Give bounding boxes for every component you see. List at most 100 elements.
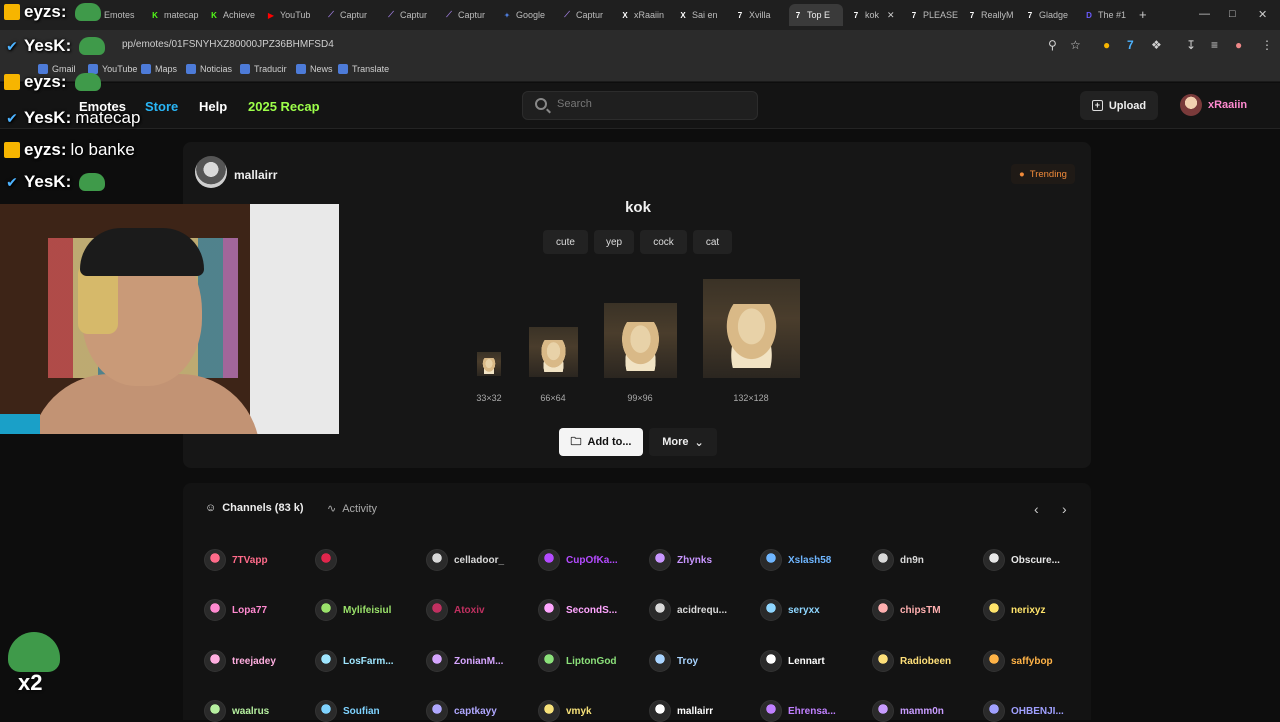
browser-tab[interactable]: ▶ YouTub: [262, 4, 318, 26]
channel-item[interactable]: OHBENJI...: [983, 700, 1064, 722]
chat-username: eyzs:: [24, 140, 67, 159]
bookmark-item[interactable]: News: [296, 64, 333, 74]
bookmark-star-icon[interactable]: ☆: [1070, 38, 1081, 52]
emote-preview-1x[interactable]: [477, 352, 501, 376]
channel-item[interactable]: Atoxiv: [426, 599, 485, 621]
channel-item[interactable]: treejadey: [204, 650, 276, 672]
browser-tab[interactable]: 7 Xvilla: [731, 4, 785, 26]
add-to-button[interactable]: 🗀 Add to...: [559, 428, 643, 456]
emote-preview-3x[interactable]: [604, 303, 677, 378]
nav-2025-recap[interactable]: 2025 Recap: [248, 99, 320, 114]
browser-tab[interactable]: ✦ Google: [498, 4, 554, 26]
tag-cock[interactable]: cock: [640, 230, 687, 254]
channel-item[interactable]: 7TVapp: [204, 549, 268, 571]
channel-item[interactable]: SecondS...: [538, 599, 617, 621]
extension-icon[interactable]: ●: [1103, 38, 1110, 52]
tab-channels[interactable]: ☺ Channels (83 k): [205, 502, 304, 514]
channel-item[interactable]: nerixyz: [983, 599, 1045, 621]
7tv-extension-icon[interactable]: 7: [1127, 38, 1134, 52]
browser-tab[interactable]: 7 ReallyM: [963, 4, 1017, 26]
channel-item[interactable]: dn9n: [872, 549, 924, 571]
prev-page-icon[interactable]: ‹: [1034, 501, 1039, 517]
browser-tab[interactable]: 7 PLEASE: [905, 4, 959, 26]
more-button[interactable]: More ⌄: [649, 428, 717, 456]
zoom-icon[interactable]: ⚲: [1048, 38, 1057, 52]
upload-button[interactable]: + Upload: [1080, 91, 1158, 120]
bookmark-item[interactable]: Maps: [141, 64, 177, 74]
channel-item[interactable]: seryxx: [760, 599, 820, 621]
channel-item[interactable]: mamm0n: [872, 700, 944, 722]
search-input[interactable]: [557, 98, 747, 110]
tag-yep[interactable]: yep: [594, 230, 634, 254]
channel-item[interactable]: Zhynks: [649, 549, 712, 571]
channel-item[interactable]: waalrus: [204, 700, 269, 722]
maximize-icon[interactable]: □: [1229, 8, 1236, 20]
bookmark-item[interactable]: Gmail: [38, 64, 76, 74]
channel-item[interactable]: Soufian: [315, 700, 380, 722]
url-field[interactable]: pp/emotes/01FSNYHXZ80000JPZ36BHMFSD4: [122, 39, 334, 50]
channel-item[interactable]: Mylifeisiul: [315, 599, 391, 621]
browser-tab[interactable]: [24, 4, 78, 26]
browser-tab[interactable]: 7 Gladge: [1021, 4, 1075, 26]
browser-tab[interactable]: ⟋ Captur: [558, 4, 612, 26]
channel-item[interactable]: Radiobeen: [872, 650, 951, 672]
browser-tab[interactable]: X Sai en: [674, 4, 726, 26]
tab-close-icon[interactable]: ✕: [887, 10, 895, 21]
channel-item[interactable]: Lopa77: [204, 599, 267, 621]
channel-item[interactable]: celladoor_: [426, 549, 504, 571]
browser-tab[interactable]: K Achieve: [205, 4, 257, 26]
reading-list-icon[interactable]: ≡: [1211, 38, 1218, 52]
download-icon[interactable]: ↧: [1186, 38, 1196, 52]
channel-item[interactable]: Obscure...: [983, 549, 1060, 571]
puzzle-icon[interactable]: ❖: [1151, 38, 1162, 52]
browser-tab[interactable]: XxRaaiin: [616, 4, 670, 26]
nav-help[interactable]: Help: [199, 99, 227, 114]
emote-preview-4x[interactable]: [703, 279, 800, 378]
bookmark-item[interactable]: Translate: [338, 64, 389, 74]
nav-emotes[interactable]: Emotes: [79, 99, 126, 114]
channel-item[interactable]: acidrequ...: [649, 599, 727, 621]
tab-label: Gladge: [1039, 10, 1069, 20]
owner-avatar[interactable]: [195, 156, 227, 188]
minimize-icon[interactable]: —: [1199, 8, 1210, 20]
channel-item[interactable]: LiptonGod: [538, 650, 617, 672]
profile-icon[interactable]: ●: [1235, 38, 1242, 52]
bookmark-item[interactable]: Traducir: [240, 64, 287, 74]
emote-preview-2x[interactable]: [529, 327, 578, 377]
tab-activity[interactable]: ∿ Activity: [327, 502, 377, 516]
tag-cute[interactable]: cute: [543, 230, 588, 254]
channel-item[interactable]: ZonianM...: [426, 650, 503, 672]
menu-kebab-icon[interactable]: ⋮: [1261, 38, 1273, 52]
new-tab-button[interactable]: +: [1139, 7, 1147, 22]
browser-tab[interactable]: 7 Top E: [789, 4, 843, 26]
browser-tab[interactable]: ⟋ Captur: [382, 4, 436, 26]
close-window-icon[interactable]: ✕: [1258, 8, 1267, 21]
owner-name[interactable]: mallairr: [234, 168, 277, 182]
browser-tab[interactable]: ⟋ Captur: [322, 4, 378, 26]
user-avatar[interactable]: [1180, 94, 1202, 116]
browser-tab[interactable]: Kmatecap: [146, 4, 200, 26]
channel-item[interactable]: Lennart: [760, 650, 825, 672]
channel-item[interactable]: captkayy: [426, 700, 497, 722]
channel-item[interactable]: [315, 549, 343, 571]
channel-item[interactable]: chipsTM: [872, 599, 941, 621]
nav-store[interactable]: Store: [145, 99, 178, 114]
channel-item[interactable]: Ehrensa...: [760, 700, 836, 722]
next-page-icon[interactable]: ›: [1062, 501, 1067, 517]
search-box[interactable]: [522, 91, 758, 120]
channel-item[interactable]: LosFarm...: [315, 650, 394, 672]
channel-item[interactable]: vmyk: [538, 700, 592, 722]
browser-tab[interactable]: Emotes: [86, 4, 142, 26]
bookmark-item[interactable]: YouTube: [88, 64, 137, 74]
browser-tab[interactable]: 7 kok ✕: [847, 4, 901, 26]
channel-item[interactable]: CupOfKa...: [538, 549, 618, 571]
channel-item[interactable]: saffybop: [983, 650, 1053, 672]
user-name[interactable]: xRaaiin: [1208, 99, 1247, 111]
channel-item[interactable]: Troy: [649, 650, 698, 672]
channel-item[interactable]: Xslash58: [760, 549, 831, 571]
browser-tab[interactable]: ⟋ Captur: [440, 4, 494, 26]
browser-tab[interactable]: D The #1: [1080, 4, 1130, 26]
channel-item[interactable]: mallairr: [649, 700, 713, 722]
tag-cat[interactable]: cat: [693, 230, 732, 254]
bookmark-item[interactable]: Noticias: [186, 64, 232, 74]
